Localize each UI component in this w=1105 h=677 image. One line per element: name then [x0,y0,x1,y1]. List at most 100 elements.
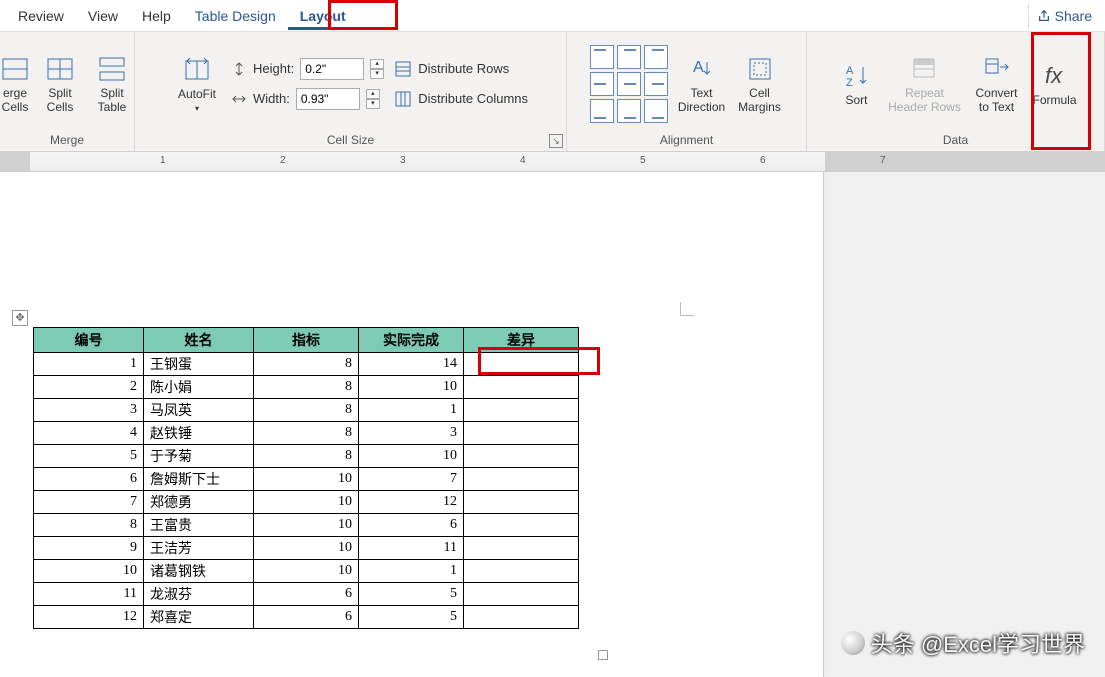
menu-layout[interactable]: Layout [288,2,358,30]
cell-id[interactable]: 5 [34,445,144,468]
autofit-button[interactable]: AutoFit ▾ [173,44,221,124]
cell-diff[interactable] [464,353,579,376]
table-move-handle[interactable]: ✥ [12,310,28,326]
cell-id[interactable]: 1 [34,353,144,376]
cell-target[interactable]: 6 [254,583,359,606]
cell-name[interactable]: 郑喜定 [144,606,254,629]
document-area[interactable]: ✥ 编号 姓名 指标 实际完成 差异 1王钢蛋8142陈小娟8103马凤英814… [0,172,1105,677]
cell-target[interactable]: 10 [254,468,359,491]
table-row[interactable]: 10诸葛钢铁101 [34,560,579,583]
merge-cells-button[interactable]: erge Cells [0,44,32,124]
cell-actual[interactable]: 3 [359,422,464,445]
align-top-right[interactable] [644,45,668,69]
align-bottom-center[interactable] [617,99,641,123]
cell-name[interactable]: 于予菊 [144,445,254,468]
align-top-center[interactable] [617,45,641,69]
share-button[interactable]: Share [1028,4,1100,28]
menu-view[interactable]: View [76,2,130,30]
cell-margins-button[interactable]: Cell Margins [736,44,784,124]
cell-actual[interactable]: 5 [359,583,464,606]
cell-id[interactable]: 8 [34,514,144,537]
cell-diff[interactable] [464,583,579,606]
table-row[interactable]: 5于予菊810 [34,445,579,468]
convert-to-text-button[interactable]: Convert to Text [969,44,1025,124]
cell-diff[interactable] [464,514,579,537]
cell-id[interactable]: 6 [34,468,144,491]
cell-name[interactable]: 王钢蛋 [144,353,254,376]
align-middle-left[interactable] [590,72,614,96]
cell-target[interactable]: 8 [254,353,359,376]
table-row[interactable]: 8王富贵106 [34,514,579,537]
cell-diff[interactable] [464,537,579,560]
cell-actual[interactable]: 6 [359,514,464,537]
width-input[interactable] [296,88,360,110]
cell-name[interactable]: 王富贵 [144,514,254,537]
table-row[interactable]: 2陈小娟810 [34,376,579,399]
cell-id[interactable]: 12 [34,606,144,629]
align-bottom-right[interactable] [644,99,668,123]
table-row[interactable]: 12郑喜定65 [34,606,579,629]
cell-name[interactable]: 诸葛钢铁 [144,560,254,583]
cell-target[interactable]: 8 [254,399,359,422]
distribute-columns-button[interactable]: Distribute Columns [394,90,528,108]
sort-button[interactable]: AZ Sort [833,44,881,124]
menu-help[interactable]: Help [130,2,183,30]
cell-id[interactable]: 4 [34,422,144,445]
cell-name[interactable]: 陈小娟 [144,376,254,399]
cell-actual[interactable]: 1 [359,560,464,583]
align-middle-center[interactable] [617,72,641,96]
cell-id[interactable]: 2 [34,376,144,399]
cell-target[interactable]: 8 [254,422,359,445]
cell-actual[interactable]: 7 [359,468,464,491]
cell-diff[interactable] [464,491,579,514]
cell-name[interactable]: 马凤英 [144,399,254,422]
cell-actual[interactable]: 10 [359,376,464,399]
menu-table-design[interactable]: Table Design [183,2,288,30]
split-cells-button[interactable]: Split Cells [36,44,84,124]
table-row[interactable]: 7郑德勇1012 [34,491,579,514]
cell-actual[interactable]: 1 [359,399,464,422]
cell-actual[interactable]: 10 [359,445,464,468]
cell-target[interactable]: 10 [254,537,359,560]
cell-id[interactable]: 9 [34,537,144,560]
table-row[interactable]: 11龙淑芬65 [34,583,579,606]
cell-target[interactable]: 6 [254,606,359,629]
cell-target[interactable]: 8 [254,376,359,399]
cell-actual[interactable]: 12 [359,491,464,514]
height-spinner[interactable]: ▴▾ [370,59,384,79]
cell-diff[interactable] [464,468,579,491]
align-middle-right[interactable] [644,72,668,96]
align-top-left[interactable] [590,45,614,69]
cell-name[interactable]: 龙淑芬 [144,583,254,606]
split-table-button[interactable]: Split Table [88,44,136,124]
horizontal-ruler[interactable]: 1 2 3 4 5 6 7 [0,152,1105,172]
table-row[interactable]: 9王洁芳1011 [34,537,579,560]
height-input[interactable] [300,58,364,80]
data-table[interactable]: 编号 姓名 指标 实际完成 差异 1王钢蛋8142陈小娟8103马凤英814赵铁… [33,327,579,629]
cell-diff[interactable] [464,606,579,629]
width-spinner[interactable]: ▴▾ [366,89,380,109]
cell-target[interactable]: 10 [254,560,359,583]
repeat-header-rows-button[interactable]: Repeat Header Rows [887,44,963,124]
text-direction-button[interactable]: A Text Direction [678,44,726,124]
align-bottom-left[interactable] [590,99,614,123]
cell-size-dialog-launcher[interactable]: ↘ [549,134,563,148]
cell-diff[interactable] [464,376,579,399]
table-row[interactable]: 1王钢蛋814 [34,353,579,376]
table-row[interactable]: 4赵铁锤83 [34,422,579,445]
cell-target[interactable]: 10 [254,514,359,537]
cell-id[interactable]: 3 [34,399,144,422]
table-resize-handle[interactable] [598,650,608,660]
cell-name[interactable]: 詹姆斯下士 [144,468,254,491]
table-row[interactable]: 3马凤英81 [34,399,579,422]
cell-diff[interactable] [464,422,579,445]
cell-name[interactable]: 郑德勇 [144,491,254,514]
menu-review[interactable]: Review [6,2,76,30]
cell-target[interactable]: 10 [254,491,359,514]
cell-id[interactable]: 7 [34,491,144,514]
formula-button[interactable]: fx Formula [1031,44,1079,124]
distribute-rows-button[interactable]: Distribute Rows [394,60,528,78]
cell-target[interactable]: 8 [254,445,359,468]
cell-actual[interactable]: 11 [359,537,464,560]
cell-actual[interactable]: 14 [359,353,464,376]
